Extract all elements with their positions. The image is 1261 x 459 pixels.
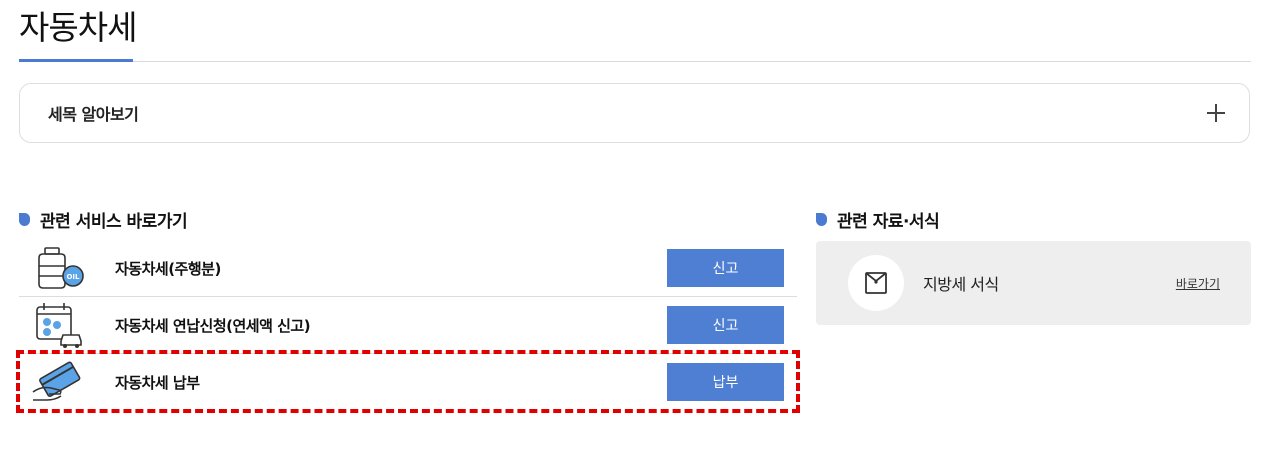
document-title: 지방세 서식 — [923, 275, 999, 294]
mileage-tax-report-button[interactable]: 신고 — [667, 249, 784, 287]
leaf-bullet-icon — [19, 213, 30, 226]
related-services-title: 관련 서비스 바로가기 — [40, 212, 188, 232]
service-label: 자동차세 납부 — [115, 373, 200, 392]
leaf-bullet-icon — [816, 213, 827, 226]
envelope-icon — [865, 272, 887, 294]
calendar-car-icon — [36, 303, 82, 348]
vehicle-tax-pay-button[interactable]: 납부 — [667, 363, 784, 401]
go-to-link[interactable]: 바로가기 — [1176, 275, 1220, 292]
card-payment-icon — [32, 361, 81, 401]
tax-info-accordion[interactable]: 세목 알아보기 — [19, 83, 1250, 143]
related-services-heading: 관련 서비스 바로가기 — [19, 207, 188, 232]
service-label: 자동차세 연납신청(연세액 신고) — [115, 316, 311, 335]
accordion-label: 세목 알아보기 — [48, 105, 139, 124]
envelope-icon-badge — [848, 255, 904, 311]
related-documents-heading: 관련 자료·서식 — [816, 207, 940, 232]
related-documents-title: 관련 자료·서식 — [837, 212, 940, 232]
service-row-vehicle-tax-payment: 자동차세 납부 납부 — [16, 350, 800, 413]
oil-tank-icon: OIL — [38, 247, 84, 289]
title-accent-bar — [19, 59, 133, 62]
service-list: OIL 자동차세(주행분) 신고 자동차세 연납신청(연세액 신고) 신고 자동… — [16, 240, 800, 413]
svg-text:OIL: OIL — [66, 273, 80, 281]
annual-payment-report-button[interactable]: 신고 — [667, 306, 784, 344]
title-divider — [19, 61, 1251, 62]
page-title: 자동차세 — [19, 8, 137, 47]
plus-icon[interactable] — [1207, 104, 1225, 122]
document-card-local-tax-forms: 지방세 서식 바로가기 — [816, 241, 1251, 325]
service-row-annual-payment: 자동차세 연납신청(연세액 신고) 신고 — [19, 296, 797, 353]
service-row-mileage-tax: OIL 자동차세(주행분) 신고 — [19, 240, 797, 296]
service-label: 자동차세(주행분) — [115, 259, 221, 278]
